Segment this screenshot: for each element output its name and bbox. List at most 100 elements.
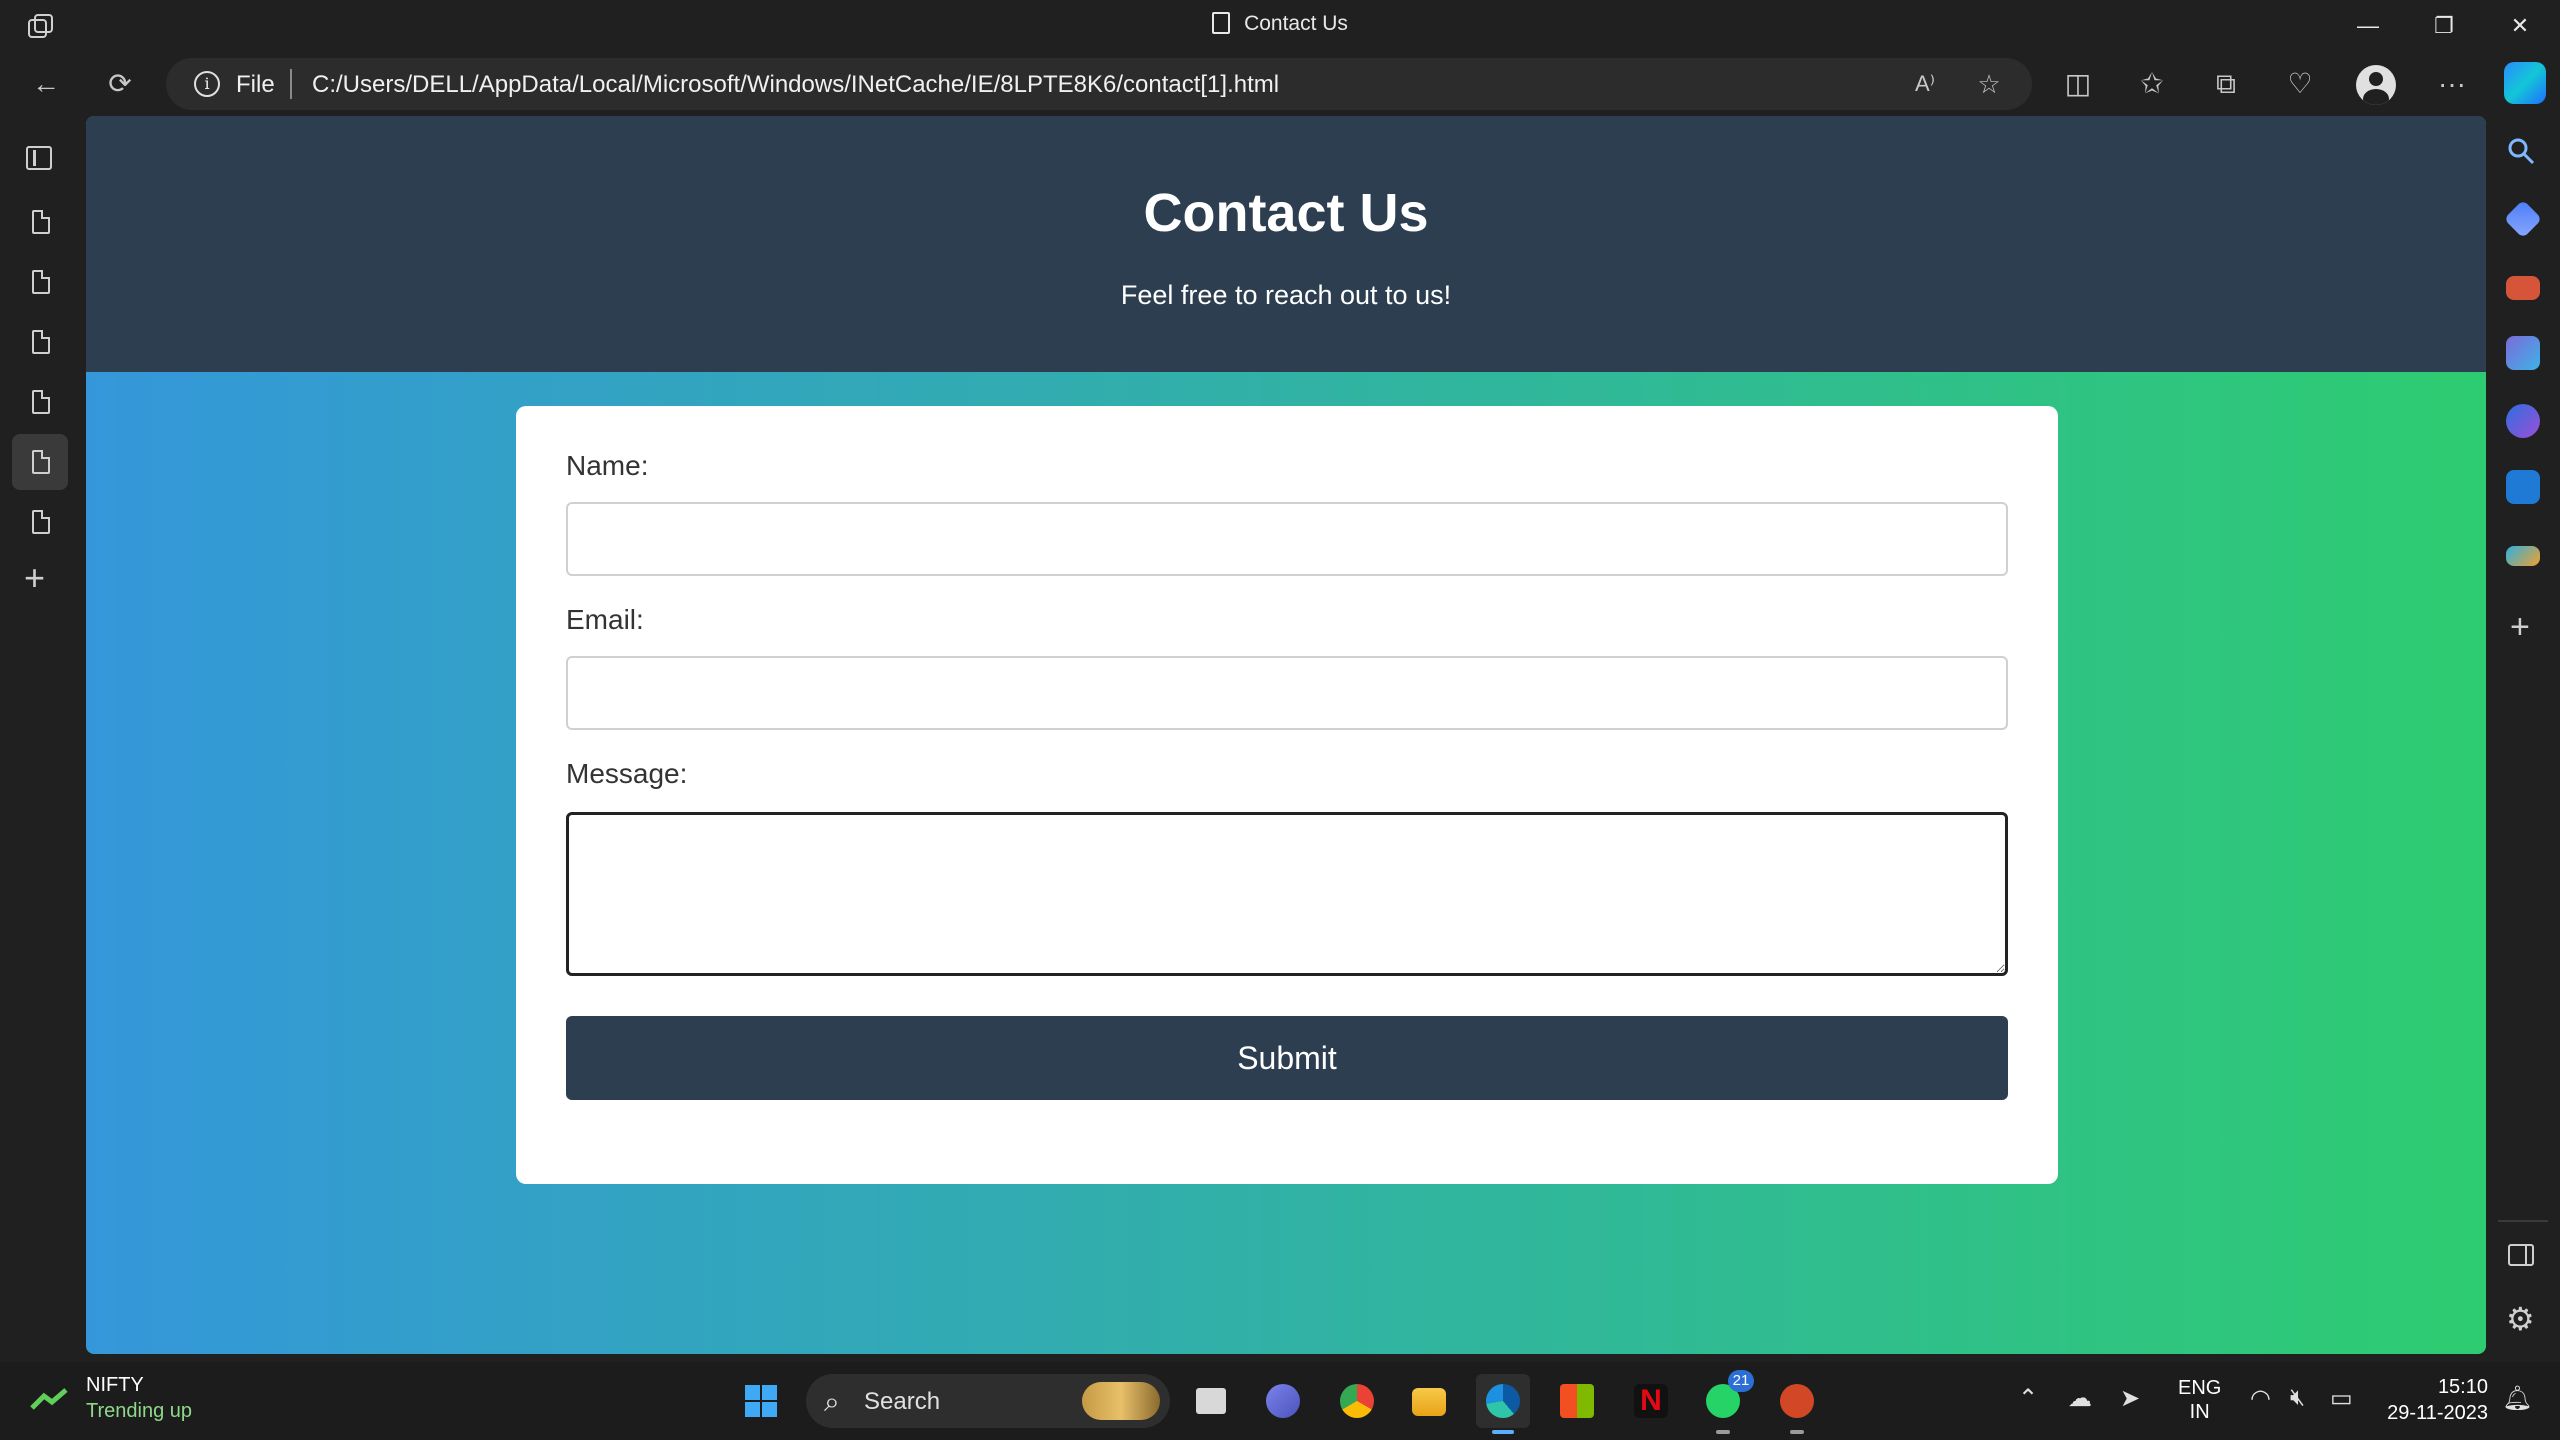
teams-icon	[1266, 1384, 1300, 1418]
widget-subtitle: Trending up	[86, 1400, 192, 1422]
vertical-tab-active[interactable]	[12, 434, 68, 490]
favorite-icon[interactable]: ☆	[1972, 67, 2006, 101]
drop-icon[interactable]	[2506, 546, 2540, 566]
restore-button[interactable]: ❐	[2414, 8, 2474, 44]
submit-button[interactable]: Submit	[566, 1016, 2008, 1100]
collections-icon[interactable]: ⧉	[2204, 62, 2248, 106]
notification-badge: 21	[1728, 1370, 1754, 1392]
powerpoint-icon	[1780, 1384, 1814, 1418]
split-screen-icon[interactable]: ◫	[2056, 62, 2100, 106]
games-icon[interactable]	[2506, 336, 2540, 370]
add-sidebar-app-icon[interactable]: +	[2510, 610, 2530, 644]
store-button[interactable]	[1550, 1374, 1604, 1428]
running-indicator	[1790, 1430, 1804, 1434]
outlook-icon[interactable]	[2506, 470, 2540, 504]
task-view-button[interactable]	[1184, 1374, 1238, 1428]
trend-up-icon	[30, 1388, 68, 1410]
more-icon[interactable]: ···	[2430, 62, 2474, 106]
name-label: Name:	[566, 450, 649, 481]
widget-title: NIFTY	[86, 1374, 144, 1396]
name-input[interactable]	[566, 502, 2008, 576]
language-line1: ENG	[2178, 1377, 2222, 1399]
netflix-icon: N	[1634, 1384, 1668, 1418]
performance-icon[interactable]: ♡	[2278, 62, 2322, 106]
window-title-text: Contact Us	[1244, 12, 1348, 35]
address-separator	[290, 69, 292, 99]
search-icon[interactable]	[2506, 136, 2536, 166]
taskbar-search[interactable]: ⌕ Search	[806, 1374, 1170, 1428]
clock[interactable]: 15:10 29-11-2023	[2382, 1374, 2488, 1426]
window-title: Contact Us	[0, 12, 2560, 36]
vertical-tab[interactable]	[12, 254, 68, 310]
page-subtitle: Feel free to reach out to us!	[1120, 280, 1452, 310]
copilot-icon[interactable]	[2504, 62, 2546, 104]
microsoft-store-icon	[1560, 1384, 1594, 1418]
search-highlight-image	[1082, 1382, 1160, 1420]
message-label: Message:	[566, 758, 688, 789]
edge-sidebar: + ⚙	[2488, 116, 2560, 1362]
page-icon	[32, 450, 50, 474]
powerpoint-button[interactable]	[1770, 1374, 1824, 1434]
address-bar[interactable]: i File C:/Users/DELL/AppData/Local/Micro…	[166, 58, 2032, 110]
read-aloud-icon[interactable]: A⁾	[1908, 67, 1942, 101]
page-icon	[32, 330, 50, 354]
minimize-button[interactable]: —	[2338, 8, 2398, 44]
email-label: Email:	[566, 604, 644, 635]
page-icon	[32, 510, 50, 534]
page-viewport: Contact Us Feel free to reach out to us!…	[86, 116, 2486, 1354]
tab-actions-icon[interactable]	[26, 146, 52, 170]
page-icon	[32, 390, 50, 414]
sidebar-divider	[2498, 1220, 2548, 1222]
shopping-icon[interactable]	[2503, 199, 2543, 239]
chrome-button[interactable]	[1330, 1374, 1384, 1428]
notification-bell-icon[interactable]: 🔔︎	[2502, 1384, 2532, 1413]
whatsapp-button[interactable]: 21	[1696, 1370, 1754, 1434]
location-icon[interactable]: ➤	[2120, 1384, 2140, 1413]
vertical-tabs-sidebar: +	[0, 116, 80, 1362]
file-explorer-button[interactable]	[1402, 1374, 1456, 1428]
edge-button[interactable]	[1476, 1374, 1530, 1434]
folder-icon	[1412, 1388, 1446, 1416]
task-view-icon	[1196, 1388, 1226, 1414]
microsoft-365-icon[interactable]	[2506, 404, 2540, 438]
title-bar: Contact Us — ❐ ✕	[0, 0, 2560, 52]
info-icon[interactable]: i	[194, 71, 220, 97]
page-title: Contact Us	[1143, 183, 1429, 243]
language-line2: IN	[2189, 1401, 2210, 1423]
favorites-icon[interactable]: ✩	[2130, 62, 2174, 106]
new-tab-icon[interactable]: +	[24, 560, 45, 596]
profile-icon[interactable]	[2356, 65, 2396, 105]
message-textarea[interactable]	[566, 812, 2008, 976]
onedrive-icon[interactable]: ☁	[2068, 1384, 2092, 1413]
vertical-tab[interactable]	[12, 194, 68, 250]
tools-icon[interactable]	[2506, 276, 2540, 300]
page-header: Contact Us Feel free to reach out to us!	[86, 116, 2486, 372]
settings-gear-icon[interactable]: ⚙	[2506, 1300, 2535, 1338]
page-icon	[32, 270, 50, 294]
vertical-tab[interactable]	[12, 314, 68, 370]
refresh-icon[interactable]: ⟳	[98, 62, 142, 106]
teams-chat-button[interactable]	[1256, 1374, 1310, 1428]
page-icon	[32, 210, 50, 234]
search-icon: ⌕	[824, 1386, 840, 1417]
clock-date: 29-11-2023	[2387, 1402, 2488, 1424]
volume-muted-icon[interactable]: 🔇︎	[2290, 1384, 2305, 1412]
windows-logo-icon	[745, 1385, 777, 1417]
back-icon[interactable]: ←	[24, 62, 68, 106]
hide-sidebar-icon[interactable]	[2508, 1244, 2534, 1266]
edge-icon	[1486, 1384, 1520, 1418]
wifi-icon[interactable]: ◠	[2250, 1384, 2271, 1413]
netflix-button[interactable]: N	[1624, 1374, 1678, 1428]
vertical-tab[interactable]	[12, 494, 68, 550]
close-button[interactable]: ✕	[2490, 8, 2550, 44]
page-icon	[1212, 12, 1231, 34]
clock-time: 15:10	[2437, 1376, 2488, 1398]
language-indicator[interactable]: ENG IN	[2178, 1376, 2221, 1424]
taskbar: NIFTY Trending up ⌕ Search N 21 ⌃ ☁ ➤ EN…	[0, 1362, 2560, 1440]
start-button[interactable]	[734, 1374, 788, 1428]
address-url[interactable]: C:/Users/DELL/AppData/Local/Microsoft/Wi…	[312, 71, 1279, 99]
battery-icon[interactable]: ▭	[2330, 1384, 2353, 1413]
email-input[interactable]	[566, 656, 2008, 730]
chevron-up-icon[interactable]: ⌃	[2018, 1384, 2038, 1413]
vertical-tab[interactable]	[12, 374, 68, 430]
